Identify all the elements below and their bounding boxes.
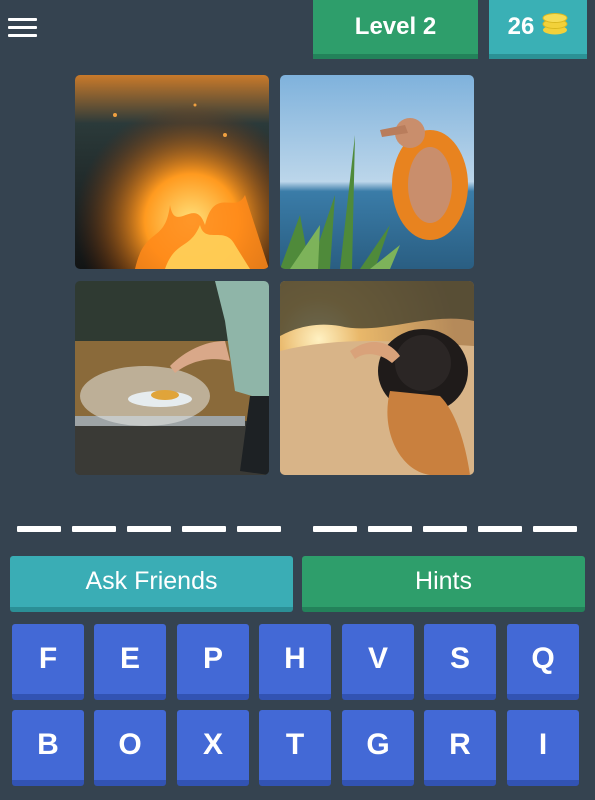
- letter-key[interactable]: R: [424, 710, 496, 786]
- letter-key[interactable]: O: [94, 710, 166, 786]
- letter-key[interactable]: X: [177, 710, 249, 786]
- answer-slot[interactable]: [17, 526, 61, 532]
- answer-slots: [0, 526, 595, 536]
- clue-image-food: [75, 281, 269, 475]
- answer-slot[interactable]: [478, 526, 522, 532]
- level-badge: Level 2: [313, 0, 478, 59]
- answer-slot[interactable]: [237, 526, 281, 532]
- ask-friends-button[interactable]: Ask Friends: [10, 556, 293, 612]
- clue-image-fire: [75, 75, 269, 269]
- letter-key[interactable]: B: [12, 710, 84, 786]
- clue-image-woman: [280, 281, 474, 475]
- answer-slot[interactable]: [72, 526, 116, 532]
- answer-slot[interactable]: [368, 526, 412, 532]
- coin-count: 26: [507, 13, 535, 40]
- answer-slot[interactable]: [533, 526, 577, 532]
- letter-key[interactable]: Q: [507, 624, 579, 700]
- letter-key[interactable]: G: [342, 710, 414, 786]
- menu-icon[interactable]: [8, 16, 38, 40]
- letter-key[interactable]: V: [342, 624, 414, 700]
- letter-key[interactable]: T: [259, 710, 331, 786]
- answer-slot[interactable]: [182, 526, 226, 532]
- coin-stack-icon: [542, 12, 568, 43]
- answer-slot[interactable]: [313, 526, 357, 532]
- letter-key[interactable]: H: [259, 624, 331, 700]
- letter-key[interactable]: F: [12, 624, 84, 700]
- level-label: Level 2: [354, 13, 437, 40]
- coins-badge[interactable]: 26: [489, 0, 587, 59]
- answer-slot[interactable]: [127, 526, 171, 532]
- letter-key[interactable]: E: [94, 624, 166, 700]
- hints-button[interactable]: Hints: [302, 556, 585, 612]
- letter-key[interactable]: S: [424, 624, 496, 700]
- letter-key[interactable]: I: [507, 710, 579, 786]
- clue-image-man: [280, 75, 474, 269]
- answer-slot[interactable]: [423, 526, 467, 532]
- letter-key[interactable]: P: [177, 624, 249, 700]
